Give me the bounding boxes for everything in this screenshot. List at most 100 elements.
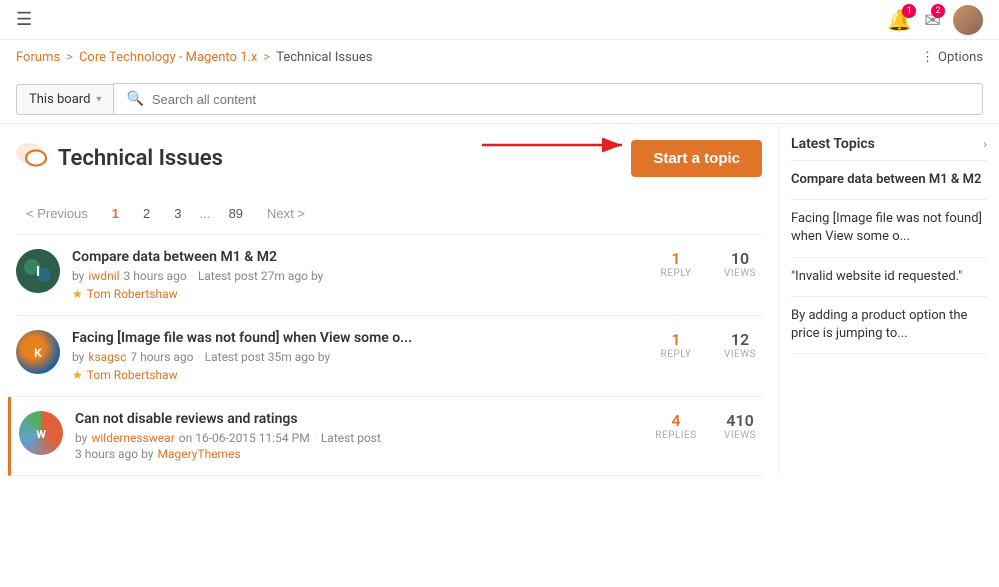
replies-stat: 1 REPLY xyxy=(654,330,698,360)
topic-item: K Facing [Image file was not found] when… xyxy=(16,316,762,397)
latest-label: Latest post xyxy=(321,431,381,445)
breadcrumb-forums[interactable]: Forums xyxy=(16,50,60,65)
forum-icon xyxy=(16,141,48,176)
page-dots: ... xyxy=(196,206,215,222)
breadcrumb-current: Technical Issues xyxy=(276,50,372,65)
page-2-button[interactable]: 2 xyxy=(133,201,160,226)
latest-author-row: ★ Tom Robertshaw xyxy=(72,287,642,301)
topic-meta: by ksagsc 7 hours ago · Latest post 35m … xyxy=(72,350,642,364)
sidebar-item[interactable]: Compare data between M1 & M2 xyxy=(791,161,987,200)
options-label: Options xyxy=(938,50,983,65)
replies-label: REPLIES xyxy=(654,430,698,441)
hamburger-icon[interactable]: ☰ xyxy=(16,9,32,30)
topic-author-link[interactable]: wildernesswear xyxy=(91,431,174,445)
views-label: VIEWS xyxy=(718,268,762,279)
topic-author-link[interactable]: ksagsc xyxy=(88,350,126,364)
next-page-button[interactable]: Next > xyxy=(257,201,315,226)
pagination-left: < Previous 1 2 3 ... 89 Next > xyxy=(16,201,315,226)
content-area: Technical Issues Start a topic < Previou… xyxy=(0,124,779,476)
topic-stats: 1 REPLY 10 VIEWS xyxy=(654,249,762,279)
by-label: by xyxy=(72,269,84,283)
mail-badge: 2 xyxy=(931,4,945,18)
search-icon: 🔍 xyxy=(126,91,143,107)
page-89-button[interactable]: 89 xyxy=(219,201,253,226)
board-selector[interactable]: This board ▾ xyxy=(16,84,113,115)
chevron-down-icon: ▾ xyxy=(96,94,101,105)
svg-text:K: K xyxy=(34,346,42,360)
replies-label: REPLY xyxy=(654,349,698,360)
search-input-wrap: 🔍 xyxy=(113,83,983,115)
page-title-text: Technical Issues xyxy=(58,146,223,171)
topic-meta-2: 3 hours ago by MageryThemes xyxy=(75,447,642,461)
replies-count: 1 xyxy=(654,330,698,349)
views-count: 12 xyxy=(718,330,762,349)
bell-badge: 1 xyxy=(902,4,916,18)
latest-author-row: ★ Tom Robertshaw xyxy=(72,368,642,382)
latest-author-link[interactable]: MageryThemes xyxy=(157,447,240,461)
sidebar-title-text: Latest Topics xyxy=(791,136,875,152)
replies-stat: 4 REPLIES xyxy=(654,411,698,441)
search-bar: This board ▾ 🔍 xyxy=(0,75,999,124)
time-ago: 7 hours ago xyxy=(130,350,193,364)
prev-page-button[interactable]: < Previous xyxy=(16,201,98,226)
topic-meta: by iwdnil 3 hours ago · Latest post 27m … xyxy=(72,269,642,283)
views-count: 410 xyxy=(718,411,762,430)
topic-title[interactable]: Can not disable reviews and ratings xyxy=(75,411,642,427)
start-topic-button[interactable]: Start a topic xyxy=(631,140,762,177)
star-icon: ★ xyxy=(72,287,83,301)
sidebar: Latest Topics › Compare data between M1 … xyxy=(779,124,999,476)
topic-title[interactable]: Compare data between M1 & M2 xyxy=(72,249,642,265)
views-stat: 10 VIEWS xyxy=(718,249,762,279)
search-input[interactable] xyxy=(152,92,970,107)
by-label: by xyxy=(75,431,87,445)
topic-content: Can not disable reviews and ratings by w… xyxy=(75,411,642,461)
svg-text:I: I xyxy=(36,264,40,280)
svg-text:W: W xyxy=(36,428,46,441)
views-label: VIEWS xyxy=(718,349,762,360)
star-icon: ★ xyxy=(72,368,83,382)
latest-author-link[interactable]: Tom Robertshaw xyxy=(87,368,178,382)
topic-content: Compare data between M1 & M2 by iwdnil 3… xyxy=(72,249,642,301)
time-ago: 3 hours ago xyxy=(124,269,187,283)
breadcrumb: Forums > Core Technology - Magento 1.x >… xyxy=(0,40,999,75)
sidebar-item[interactable]: By adding a product option the price is … xyxy=(791,297,987,354)
page-3-button[interactable]: 3 xyxy=(164,201,191,226)
sidebar-item[interactable]: "Invalid website id requested." xyxy=(791,258,987,297)
topic-meta: by wildernesswear on 16-06-2015 11:54 PM… xyxy=(75,431,642,445)
separator-dot: · xyxy=(198,350,201,364)
breadcrumb-sep1: > xyxy=(66,50,73,65)
topic-avatar: W xyxy=(19,411,63,455)
user-avatar[interactable] xyxy=(953,5,983,35)
topic-content: Facing [Image file was not found] when V… xyxy=(72,330,642,382)
topic-author-link[interactable]: iwdnil xyxy=(88,269,119,283)
views-stat: 12 VIEWS xyxy=(718,330,762,360)
topic-avatar: K xyxy=(16,330,60,374)
topic-title[interactable]: Facing [Image file was not found] when V… xyxy=(72,330,642,346)
messages-icon-wrap[interactable]: ✉ 2 xyxy=(924,8,941,32)
options-menu[interactable]: ⋮ Options xyxy=(921,50,983,65)
views-stat: 410 VIEWS xyxy=(718,411,762,441)
topic-stats: 4 REPLIES 410 VIEWS xyxy=(654,411,762,441)
time-ago: on 16-06-2015 11:54 PM xyxy=(179,431,310,445)
topic-item: I Compare data between M1 & M2 by iwdnil… xyxy=(16,235,762,316)
page-title-row: Technical Issues Start a topic xyxy=(16,140,762,177)
topic-stats: 1 REPLY 12 VIEWS xyxy=(654,330,762,360)
views-label: VIEWS xyxy=(718,430,762,441)
options-dots-icon: ⋮ xyxy=(921,50,934,65)
views-count: 10 xyxy=(718,249,762,268)
pagination: < Previous 1 2 3 ... 89 Next > xyxy=(16,193,762,235)
latest-author-link[interactable]: Tom Robertshaw xyxy=(87,287,178,301)
sidebar-item[interactable]: Facing [Image file was not found] when V… xyxy=(791,200,987,257)
main-layout: Technical Issues Start a topic < Previou… xyxy=(0,124,999,476)
latest-label: Latest post 27m ago by xyxy=(198,269,323,283)
replies-count: 4 xyxy=(654,411,698,430)
by-label: by xyxy=(72,350,84,364)
replies-count: 1 xyxy=(654,249,698,268)
breadcrumb-core-tech[interactable]: Core Technology - Magento 1.x xyxy=(79,50,257,65)
breadcrumb-sep2: > xyxy=(263,50,270,65)
page-1-button[interactable]: 1 xyxy=(102,201,129,226)
replies-label: REPLY xyxy=(654,268,698,279)
notifications-bell[interactable]: 🔔 1 xyxy=(887,8,912,32)
sidebar-title: Latest Topics › xyxy=(791,124,987,161)
topic-avatar: I xyxy=(16,249,60,293)
